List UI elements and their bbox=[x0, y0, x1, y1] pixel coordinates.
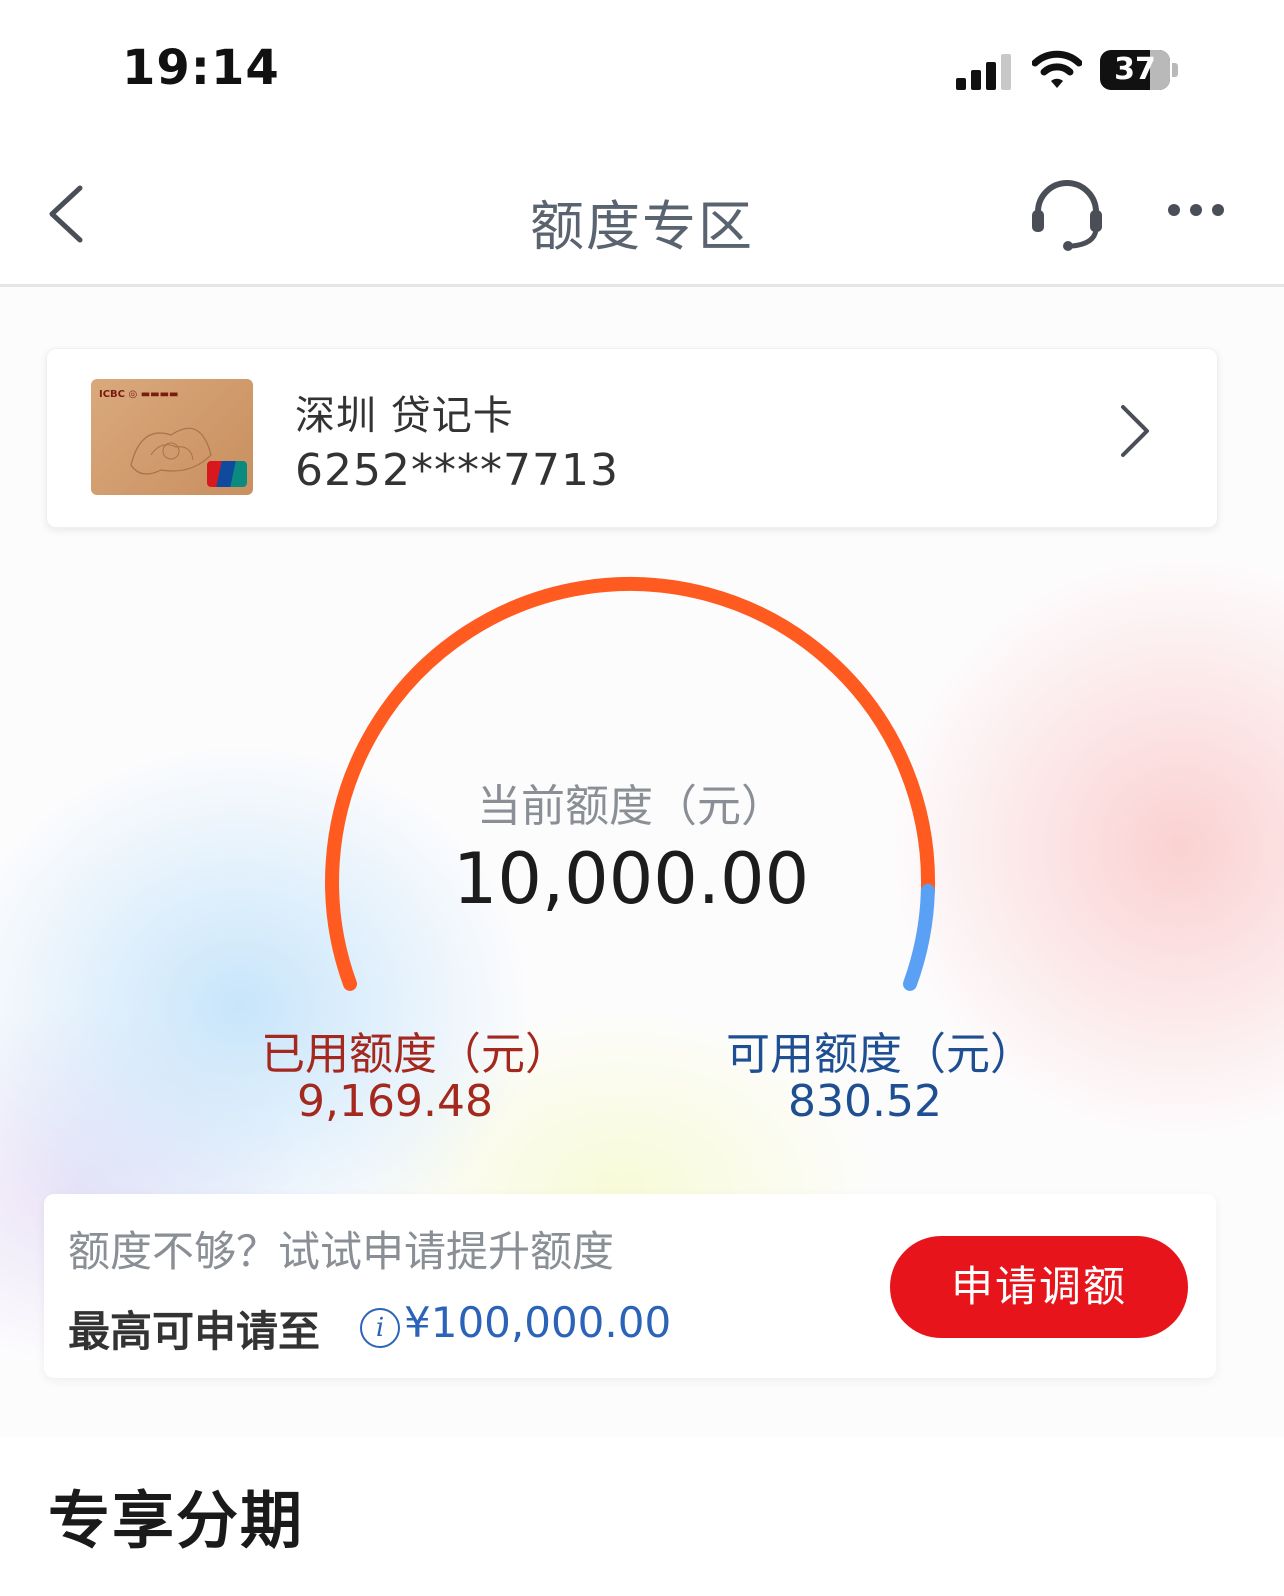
more-icon[interactable] bbox=[1164, 200, 1228, 220]
section-title: 专享分期 bbox=[48, 1484, 305, 1557]
info-icon[interactable]: i bbox=[360, 1308, 400, 1348]
current-limit-label: 当前额度（元） bbox=[477, 781, 785, 832]
nav-bar: 额度专区 bbox=[0, 140, 1284, 287]
battery-tip bbox=[1172, 63, 1178, 77]
used-limit-label: 已用额度（元） bbox=[261, 1029, 569, 1080]
apply-adjust-button[interactable]: 申请调额 bbox=[890, 1236, 1188, 1338]
chevron-right-icon bbox=[1121, 405, 1149, 457]
signal-icon bbox=[956, 54, 1011, 90]
current-limit-value: 10,000.00 bbox=[452, 838, 810, 920]
battery-icon: 37 bbox=[1100, 50, 1170, 90]
available-limit-value: 830.52 bbox=[788, 1076, 942, 1127]
status-bar: 19:14 37 bbox=[0, 0, 1284, 140]
used-limit-value: 9,169.48 bbox=[297, 1076, 493, 1127]
unionpay-icon bbox=[207, 461, 247, 487]
status-time: 19:14 bbox=[122, 40, 280, 96]
available-limit-label: 可用额度（元） bbox=[726, 1029, 1034, 1080]
card-selector[interactable]: ICBC ◎ ▬▬▬▬ 深圳 贷记卡 6252****7713 bbox=[46, 348, 1218, 528]
card-number: 6252****7713 bbox=[295, 445, 619, 496]
wifi-icon bbox=[1032, 50, 1082, 88]
card-name: 深圳 贷记卡 bbox=[295, 393, 514, 439]
customer-service-icon[interactable] bbox=[1028, 176, 1106, 252]
promo-hint: 额度不够？试试申请提升额度 bbox=[68, 1227, 615, 1276]
limit-increase-card: 额度不够？试试申请提升额度 最高可申请至 i ¥100,000.00 申请调额 bbox=[44, 1194, 1216, 1378]
max-limit-label: 最高可申请至 bbox=[68, 1307, 321, 1356]
max-limit-amount: ¥100,000.00 bbox=[404, 1298, 672, 1347]
battery-level: 37 bbox=[1114, 52, 1156, 87]
card-image: ICBC ◎ ▬▬▬▬ bbox=[91, 379, 253, 495]
bank-logo-icon: ICBC ◎ ▬▬▬▬ bbox=[99, 389, 179, 400]
